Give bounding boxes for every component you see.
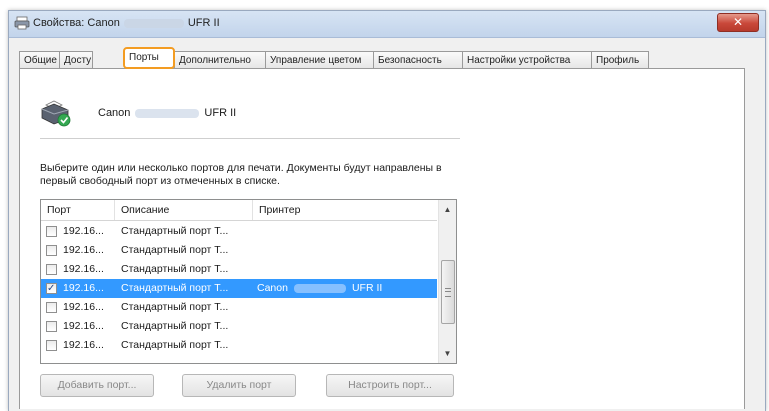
table-row[interactable]: 192.16... Стандартный порт Т... [41,298,437,317]
tab-advanced[interactable]: Дополнительно [174,51,266,68]
printer-name-prefix: Canon [98,107,131,119]
add-port-button[interactable]: Добавить порт... [40,374,154,397]
printer-name: Canon UFR II [98,107,236,119]
table-row[interactable]: 192.16... Стандартный порт Т... [41,260,437,279]
close-button[interactable]: ✕ [717,13,759,32]
tab-security[interactable]: Безопасность [373,51,463,68]
tab-ports[interactable]: Порты [123,47,175,69]
table-row[interactable]: 192.16... Стандартный порт Т... [41,241,437,260]
grip-icon [445,288,451,297]
printer-cell: Canon UFR II [257,279,437,298]
description-cell: Стандартный порт Т... [121,244,229,256]
ports-list-header: Порт Описание Принтер [41,200,437,221]
separator [40,138,460,139]
port-cell: 192.16... [63,263,104,275]
port-checkbox[interactable] [46,340,57,351]
printer-icon [14,16,30,30]
tab-access[interactable]: Досту [59,51,93,68]
table-row[interactable]: 192.16... Стандартный порт Т... [41,317,437,336]
window-title: Свойства: Canon UFR II [33,17,220,29]
column-header-description[interactable]: Описание [115,200,253,220]
port-cell: 192.16... [63,320,104,332]
printer-cell-prefix: Canon [257,282,288,294]
description-cell: Стандартный порт Т... [121,263,229,275]
port-checkbox[interactable] [46,264,57,275]
printer-cell-suffix: UFR II [351,282,383,294]
ports-instructions: Выберите один или несколько портов для п… [40,162,442,187]
description-cell: Стандартный порт Т... [121,320,229,332]
printer-properties-window: Свойства: Canon UFR II ✕ Общие Досту Порт… [8,10,766,411]
redacted-model [135,108,200,118]
configure-port-button[interactable]: Настроить порт... [326,374,454,397]
table-row-selected[interactable]: 192.16... Стандартный порт Т... Canon UFR… [41,279,437,298]
port-cell: 192.16... [63,301,104,313]
column-header-port[interactable]: Порт [41,200,115,220]
table-row[interactable]: 192.16... Стандартный порт Т... [41,336,437,355]
window-title-prefix: Свойства: Canon [33,17,120,29]
column-header-printer[interactable]: Принтер [253,200,437,220]
port-cell: 192.16... [63,282,104,294]
scroll-up-icon[interactable]: ▲ [441,202,454,217]
port-checkbox[interactable] [46,245,57,256]
ports-tab-panel: Canon UFR II Выберите один или несколько … [19,68,745,409]
ports-rows: 192.16... Стандартный порт Т... 192.16..… [41,222,437,355]
printer-check-icon [41,100,71,127]
port-checkbox[interactable] [46,321,57,332]
port-cell: 192.16... [63,244,104,256]
port-checkbox[interactable] [46,279,57,298]
window-title-suffix: UFR II [187,17,220,29]
port-cell: 192.16... [63,225,104,237]
description-cell: Стандартный порт Т... [121,225,229,237]
ports-list[interactable]: Порт Описание Принтер 192.16... Стандарт… [40,199,457,364]
description-cell: Стандартный порт Т... [121,282,229,294]
port-checkbox[interactable] [46,226,57,237]
scrollbar-thumb[interactable] [441,260,455,324]
tab-general[interactable]: Общие [19,51,60,68]
table-row[interactable]: 192.16... Стандартный порт Т... [41,222,437,241]
printer-name-suffix: UFR II [204,107,237,119]
port-checkbox[interactable] [46,302,57,313]
description-cell: Стандартный порт Т... [121,301,229,313]
ports-list-scrollbar[interactable]: ▲ ▼ [438,200,456,363]
tab-color-management[interactable]: Управление цветом [265,51,374,68]
delete-port-button[interactable]: Удалить порт [182,374,296,397]
redacted-model [123,18,184,28]
port-cell: 192.16... [63,339,104,351]
scroll-down-icon[interactable]: ▼ [441,346,454,361]
redacted-model [293,283,346,293]
title-bar[interactable]: Свойства: Canon UFR II ✕ [9,11,765,38]
description-cell: Стандартный порт Т... [121,339,229,351]
tab-device-settings[interactable]: Настройки устройства [462,51,592,68]
tab-profile[interactable]: Профиль [591,51,649,68]
